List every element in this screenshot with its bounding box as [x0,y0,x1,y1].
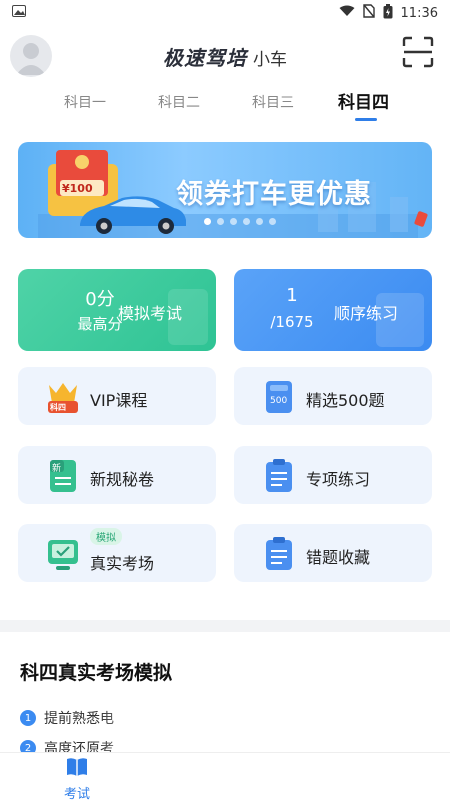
no-sim-icon [362,4,375,22]
tab-subject-3[interactable]: 科目三 [252,92,294,112]
book-icon [67,758,87,776]
practice-progress-value: 1 [286,285,298,306]
scan-icon[interactable] [402,36,434,68]
monitor-icon [48,540,78,570]
mock-exam-label: 模拟考试 [118,304,183,323]
carousel-dot[interactable] [256,218,263,225]
bottom-navigation: 考试 [0,752,450,800]
new-rules-label: 新规秘卷 [90,470,155,489]
status-time: 11:36 [400,5,438,21]
selected-500-label: 精选500题 [306,391,385,410]
mistakes-collection-card[interactable]: 错题收藏 [234,524,432,582]
new-rules-card[interactable]: 新 新规秘卷 [18,446,216,504]
app-title: 极速驾培 [163,46,247,70]
book-icon-text: 500 [270,396,288,406]
mock-exam-card[interactable]: 0分 最高分 模拟考试 [18,269,216,351]
content-fade [100,700,200,760]
carousel-dot[interactable] [217,218,224,225]
sequential-practice-label: 顺序练习 [334,304,399,323]
practice-progress-total: /1675 [270,313,314,331]
tab-subject-4[interactable]: 科目四 [338,88,389,113]
coupon-amount: ¥100 [62,182,93,195]
clipboard-list-icon [266,537,292,570]
new-icon-text: 新 [52,464,62,474]
battery-icon [383,3,393,23]
card-decoration [376,293,424,347]
vehicle-type[interactable]: 小车 [253,50,287,70]
subject-tabs: 科目一 科目二 科目三 科目四 [0,86,450,122]
list-number: 1 [20,710,36,726]
tab-subject-2[interactable]: 科目二 [158,92,200,112]
carousel-dot[interactable] [230,218,237,225]
mock-badge: 模拟 [90,528,122,545]
section-divider [0,620,450,632]
carousel-dot[interactable] [243,218,250,225]
vip-course-label: VIP课程 [90,391,148,410]
tab-subject-1[interactable]: 科目一 [64,92,106,112]
promo-banner[interactable]: ¥100 领券打车更优惠 [18,142,432,238]
real-exam-card[interactable]: 模拟 真实考场 [18,524,216,582]
real-exam-label: 真实考场 [90,554,155,573]
carousel-dot[interactable] [269,218,276,225]
selected-500-card[interactable]: 500 精选500题 [234,367,432,425]
special-practice-label: 专项练习 [306,470,371,489]
carousel-dot[interactable] [204,218,211,225]
app-header: 极速驾培 小车 [0,30,450,82]
clipboard-icon [266,459,292,492]
active-tab-indicator [355,118,377,121]
vip-course-card[interactable]: 科四 VIP课程 [18,367,216,425]
section-title: 科四真实考场模拟 [20,662,173,684]
carousel-dots [204,218,276,225]
nav-exam[interactable]: 考试 [52,755,102,800]
banner-title: 领券打车更优惠 [176,179,372,210]
wifi-icon [339,5,355,21]
brand: 极速驾培 小车 [0,42,450,71]
sequential-practice-card[interactable]: 1 /1675 顺序练习 [234,269,432,351]
nav-exam-label: 考试 [63,787,90,800]
special-practice-card[interactable]: 专项练习 [234,446,432,504]
vip-icon-text: 科四 [50,403,66,412]
status-bar: 11:36 [0,0,450,26]
gallery-icon [12,5,26,21]
mistakes-label: 错题收藏 [306,548,371,567]
